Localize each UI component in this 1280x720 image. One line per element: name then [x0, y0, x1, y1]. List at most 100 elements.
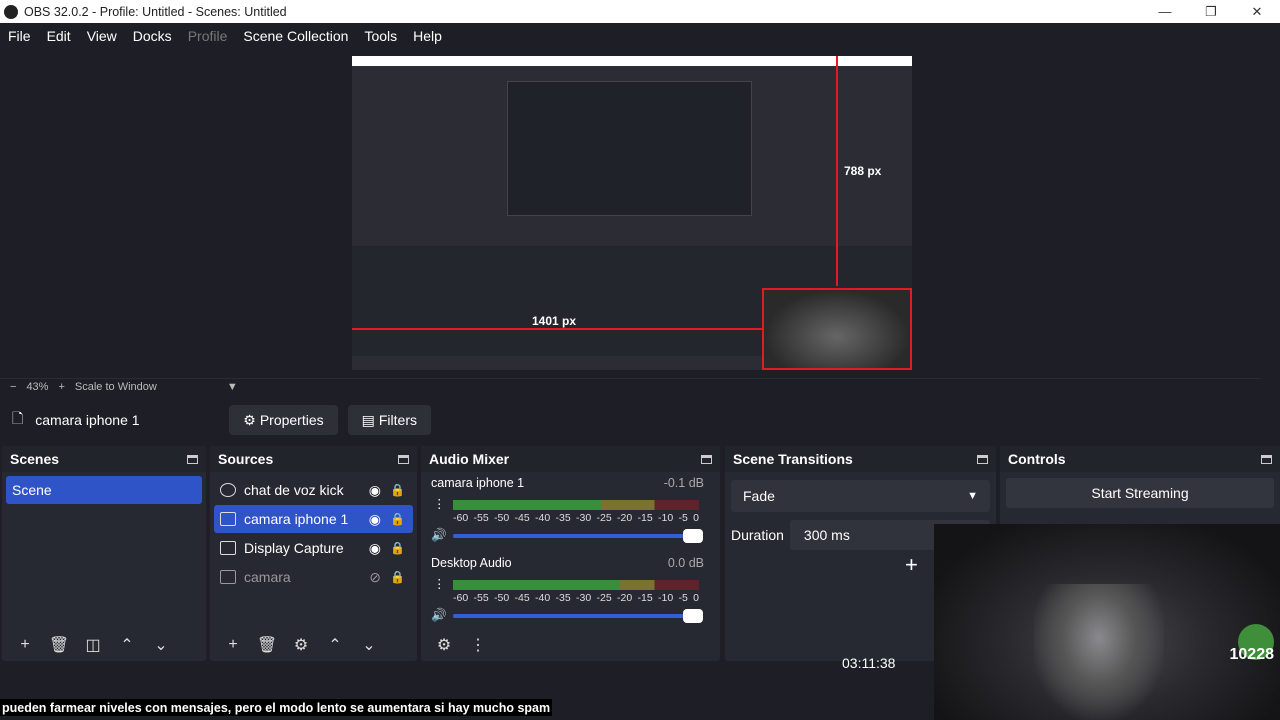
filters-button[interactable]: ▤ Filters [347, 405, 431, 435]
meter-tick: -25 [596, 512, 612, 524]
slider-knob[interactable] [683, 609, 703, 623]
eye-icon[interactable]: ◉ [369, 511, 381, 528]
source-context-bar: 🗋 camara iphone 1 ⚙ Properties ▤ Filters [0, 403, 1280, 437]
eye-hidden-icon[interactable]: ⊘ [369, 569, 381, 586]
kebab-menu-icon[interactable]: ⋮ [433, 576, 446, 591]
advanced-audio-icon[interactable]: ⚙ [427, 635, 461, 655]
lock-icon[interactable]: 🔒 [390, 483, 405, 497]
menu-edit[interactable]: Edit [39, 28, 79, 44]
speaker-icon[interactable]: 🔊 [431, 528, 447, 543]
title-bar: OBS 32.0.2 - Profile: Untitled - Scenes:… [0, 0, 1280, 23]
program-preview[interactable]: 1401 px 788 px [352, 56, 912, 370]
start-streaming-button[interactable]: Start Streaming [1006, 478, 1274, 508]
source-item[interactable]: chat de voz kick ◉ 🔒 [214, 476, 413, 504]
zoom-bar: − 43% + Scale to Window ▼ [0, 378, 1260, 394]
transition-select[interactable]: Fade ▼ [731, 480, 990, 512]
menu-profile[interactable]: Profile [180, 28, 236, 44]
meter-tick: -30 [576, 512, 592, 524]
person-silhouette [1034, 584, 1164, 720]
meter-tick: -35 [555, 512, 571, 524]
lock-icon[interactable]: 🔒 [390, 570, 405, 584]
zoom-out-button[interactable]: − [10, 381, 16, 393]
scene-transitions-dock-title: Scene Transitions [725, 446, 996, 472]
scenes-toolbar: + 🗑 ◫ ⌃ ⌄ [2, 629, 206, 661]
height-guide-line [836, 56, 838, 286]
width-guide-line [352, 328, 762, 330]
float-dock-icon[interactable] [398, 454, 409, 464]
lock-icon[interactable]: 🔒 [390, 541, 405, 555]
meter-level [453, 580, 621, 590]
eye-icon[interactable]: ◉ [369, 482, 381, 499]
mixer-channel: Desktop Audio 0.0 dB ⋮ -60 -55 -50 -45 -40 -3… [421, 556, 720, 636]
recording-time: 03:11:38 [842, 655, 896, 671]
meter-ticks: -60 -55 -50 -45 -40 -35 -30 -25 -20 -15 -10 -5 0 [453, 512, 699, 524]
selected-source-box[interactable] [762, 288, 912, 370]
close-button[interactable]: ✕ [1234, 0, 1280, 23]
float-dock-icon[interactable] [701, 454, 712, 464]
menu-file[interactable]: File [0, 28, 39, 44]
maximize-button[interactable]: ❐ [1188, 0, 1234, 23]
add-source-button[interactable]: + [216, 636, 250, 654]
chevron-down-icon[interactable]: ▼ [227, 381, 238, 393]
meter-tick: -55 [473, 592, 489, 604]
meter-tick: -20 [617, 592, 633, 604]
volume-slider[interactable] [453, 529, 703, 543]
remove-scene-button[interactable]: 🗑 [42, 635, 76, 655]
meter-tick: -15 [637, 512, 653, 524]
move-down-button[interactable]: ⌄ [352, 635, 386, 655]
menu-scene-collection[interactable]: Scene Collection [235, 28, 356, 44]
meter-tick: -50 [494, 512, 510, 524]
meter-tick: -35 [555, 592, 571, 604]
float-dock-icon[interactable] [187, 454, 198, 464]
speaker-icon[interactable]: 🔊 [431, 608, 447, 623]
meter-tick: -45 [514, 512, 530, 524]
sources-toolbar: + 🗑 ⚙ ⌃ ⌄ [210, 629, 417, 661]
menu-bar: File Edit View Docks Profile Scene Colle… [0, 23, 1280, 48]
meter-ticks: -60 -55 -50 -45 -40 -35 -30 -25 -20 -15 -10 -5 0 [453, 592, 699, 604]
mixer-channel: camara iphone 1 -0.1 dB ⋮ -60 -55 -50 -45 -4… [421, 476, 720, 556]
sources-dock: Sources chat de voz kick ◉ 🔒 camara ipho… [210, 446, 417, 661]
properties-button[interactable]: ⚙ Properties [229, 405, 338, 435]
menu-tools[interactable]: Tools [356, 28, 405, 44]
viewer-badge: 10228 [1229, 646, 1275, 663]
volume-slider[interactable] [453, 609, 703, 623]
meter-tick: -30 [576, 592, 592, 604]
meter-level [453, 500, 601, 510]
zoom-in-button[interactable]: + [58, 381, 64, 393]
float-dock-icon[interactable] [977, 454, 988, 464]
menu-help[interactable]: Help [405, 28, 450, 44]
audio-mixer-dock: Audio Mixer camara iphone 1 -0.1 dB ⋮ -6… [421, 446, 720, 661]
browser-icon [220, 483, 236, 497]
meter-tick: -25 [596, 592, 612, 604]
window-title: OBS 32.0.2 - Profile: Untitled - Scenes:… [24, 4, 287, 19]
eye-icon[interactable]: ◉ [369, 540, 381, 557]
kebab-menu-icon[interactable]: ⋮ [461, 635, 495, 655]
audio-mixer-dock-title: Audio Mixer [421, 446, 720, 472]
caption-banner: pueden farmear niveles con mensajes, per… [0, 699, 553, 716]
source-properties-button[interactable]: ⚙ [284, 635, 318, 655]
source-item[interactable]: camara iphone 1 ◉ 🔒 [214, 505, 413, 533]
add-transition-button[interactable]: + [905, 552, 918, 578]
scale-dropdown[interactable]: Scale to Window [75, 381, 157, 393]
scene-item[interactable]: Scene [6, 476, 202, 504]
minimize-button[interactable]: — [1142, 0, 1188, 23]
menu-view[interactable]: View [79, 28, 125, 44]
move-up-button[interactable]: ⌃ [110, 635, 144, 655]
meter-tick: -20 [617, 512, 633, 524]
source-item[interactable]: camara ⊘ 🔒 [214, 563, 413, 591]
source-item[interactable]: Display Capture ◉ 🔒 [214, 534, 413, 562]
filter-icon: ▤ [361, 411, 375, 428]
channel-db: 0.0 dB [667, 556, 704, 570]
meter-tick: -5 [678, 512, 688, 524]
move-down-button[interactable]: ⌄ [144, 635, 178, 655]
float-dock-icon[interactable] [1261, 454, 1272, 464]
kebab-menu-icon[interactable]: ⋮ [433, 496, 446, 511]
selected-source-name: camara iphone 1 [35, 412, 140, 428]
move-up-button[interactable]: ⌃ [318, 635, 352, 655]
remove-source-button[interactable]: 🗑 [250, 635, 284, 655]
scene-filters-button[interactable]: ◫ [76, 635, 110, 655]
add-scene-button[interactable]: + [8, 636, 42, 654]
menu-docks[interactable]: Docks [125, 28, 180, 44]
lock-icon[interactable]: 🔒 [390, 512, 405, 526]
slider-knob[interactable] [683, 529, 703, 543]
